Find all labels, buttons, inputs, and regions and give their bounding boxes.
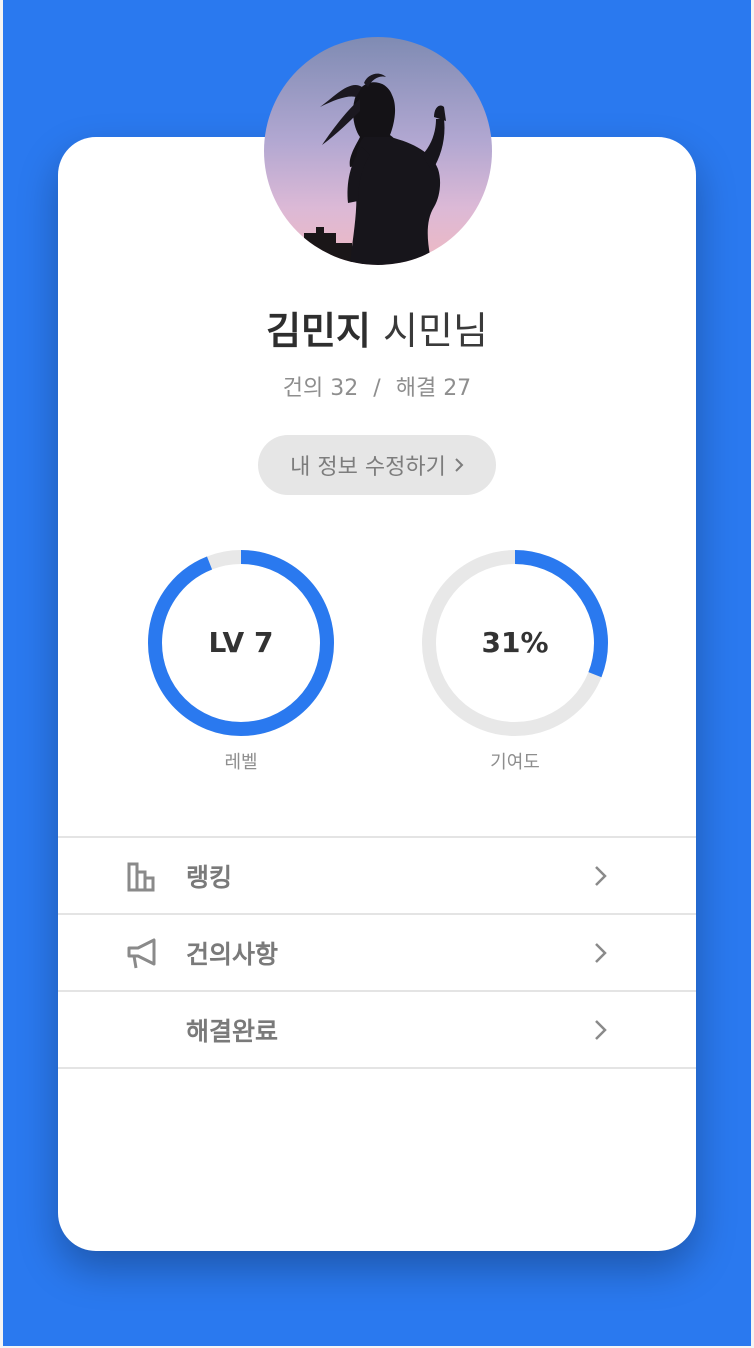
menu-item-proposals[interactable]: 건의사항 [58,913,696,990]
level-value: LV 7 [208,626,274,659]
chevron-right-icon [595,1020,607,1040]
menu-item-resolved[interactable]: 해결완료 [58,990,696,1069]
chevron-right-icon [595,866,607,886]
user-honorific: 시민님 [383,309,488,353]
contribution-label: 기여도 [490,752,540,773]
megaphone-icon [127,938,156,969]
frame-edge-left [0,0,3,1348]
level-label: 레벨 [224,752,258,773]
contribution-value: 31% [481,626,549,659]
profile-menu: 랭킹 건의사항 해결완료 [58,836,696,1069]
menu-item-ranking[interactable]: 랭킹 [58,836,696,913]
edit-profile-label: 내 정보 수정하기 [290,455,446,480]
user-name-line: 김민지 시민님 [0,300,754,355]
bar-chart-icon [127,862,155,892]
resolved-count: 27 [443,376,472,401]
menu-label-proposals: 건의사항 [186,939,279,969]
resolved-label: 해결 [395,376,437,401]
proposals-label: 건의 [282,376,324,401]
avatar[interactable] [264,37,492,265]
proposals-count: 32 [330,376,359,401]
level-gauge: LV 7 [148,550,334,740]
contribution-gauge: 31% [422,550,608,740]
avatar-photo [304,73,446,265]
user-stats: 건의 32 / 해결 27 [0,370,754,402]
edit-profile-button[interactable]: 내 정보 수정하기 [258,435,496,495]
user-name: 김민지 [266,309,371,353]
chevron-right-icon [455,458,464,472]
menu-label-ranking: 랭킹 [186,862,233,892]
stats-separator: / [373,376,381,401]
menu-label-resolved: 해결완료 [186,1016,279,1046]
chevron-right-icon [595,943,607,963]
